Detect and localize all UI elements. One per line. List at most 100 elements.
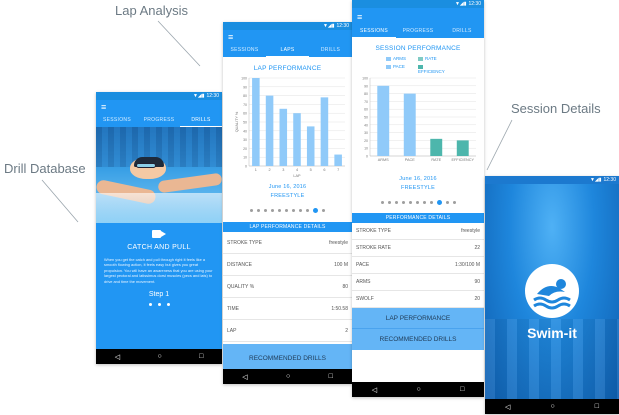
detail-label: PACE	[356, 262, 370, 268]
detail-row: DISTANCE 100 M	[223, 254, 352, 276]
page-dot[interactable]	[257, 208, 260, 212]
home-icon[interactable]: ○	[157, 353, 161, 360]
tab-laps[interactable]: LAPS	[266, 44, 309, 57]
details-header: LAP PERFORMANCE DETAILS	[223, 222, 352, 232]
detail-label: QUALITY %	[227, 283, 255, 290]
page-dot[interactable]	[401, 200, 405, 204]
page-dot[interactable]	[322, 208, 325, 212]
step-dot[interactable]	[148, 303, 152, 307]
page-dot[interactable]	[271, 208, 274, 212]
page-dot[interactable]	[394, 200, 398, 204]
lap-performance-button[interactable]: LAP PERFORMANCE	[352, 308, 484, 329]
status-bar: ▼◢▮ 12:30	[352, 0, 484, 8]
tab-drills[interactable]: DRILLS	[440, 25, 484, 38]
app-bar: ≡	[223, 30, 352, 44]
y-tick-label: 60	[364, 108, 368, 112]
page-dot[interactable]	[445, 200, 449, 204]
details-list: STROKE TYPE freestyle DISTANCE 100 M QUALITY…	[223, 232, 352, 342]
tab-drills[interactable]: DRILLS	[180, 114, 222, 127]
detail-label: STROKE TYPE	[227, 239, 262, 246]
recents-icon[interactable]: □	[595, 403, 599, 410]
status-time: 12:30	[336, 23, 349, 29]
tab-progress[interactable]: PROGRESS	[138, 114, 180, 127]
page-dot[interactable]	[422, 200, 426, 204]
bar[interactable]	[252, 78, 260, 166]
bar[interactable]	[430, 138, 443, 156]
page-dot[interactable]	[285, 208, 288, 212]
legend-item: PACE	[386, 64, 418, 74]
detail-value: 20	[474, 296, 480, 302]
detail-label: STROKE RATE	[356, 245, 391, 251]
page-dot[interactable]	[299, 208, 302, 212]
back-icon[interactable]: ◁	[372, 386, 377, 394]
home-icon[interactable]: ○	[286, 373, 290, 380]
back-icon[interactable]: ◁	[242, 373, 247, 381]
detail-value: freestyle	[461, 228, 480, 234]
session-date: June 16, 2016	[268, 184, 307, 190]
page-dot[interactable]	[380, 200, 384, 204]
recents-icon[interactable]: □	[199, 353, 203, 360]
status-time: 12:30	[603, 177, 616, 183]
bar[interactable]	[293, 113, 301, 166]
back-icon[interactable]: ◁	[115, 353, 120, 361]
y-tick-label: 40	[243, 129, 247, 133]
tab-sessions[interactable]: SESSIONS	[96, 114, 138, 127]
page-dot[interactable]	[415, 200, 419, 204]
page-dot[interactable]	[452, 200, 456, 204]
tab-sessions[interactable]: SESSIONS	[223, 44, 266, 57]
page-dot[interactable]	[429, 200, 433, 204]
tab-progress[interactable]: PROGRESS	[396, 25, 440, 38]
menu-icon[interactable]: ≡	[101, 102, 106, 112]
video-camera-icon[interactable]	[152, 229, 166, 239]
menu-icon[interactable]: ≡	[228, 32, 233, 42]
bar[interactable]	[334, 154, 342, 166]
status-time: 12:30	[206, 93, 219, 99]
bar[interactable]	[456, 140, 469, 156]
home-icon[interactable]: ○	[550, 403, 554, 410]
page-dot[interactable]	[250, 208, 253, 212]
menu-icon[interactable]: ≡	[357, 12, 362, 22]
y-tick-label: 90	[243, 85, 247, 89]
app-bar: ≡	[352, 8, 484, 25]
detail-row: PACE 1:30/100 M	[352, 257, 484, 274]
page-dot[interactable]	[436, 199, 442, 205]
page-dot[interactable]	[306, 208, 309, 212]
home-icon[interactable]: ○	[416, 386, 420, 393]
page-dot[interactable]	[278, 208, 281, 212]
page-dot[interactable]	[264, 208, 267, 212]
nav-bar: ◁ ○ □	[352, 382, 484, 397]
bar[interactable]	[265, 95, 274, 166]
x-tick-label: ARMS	[378, 158, 389, 162]
y-tick-label: 90	[364, 84, 368, 88]
page-dot[interactable]	[292, 208, 295, 212]
status-bar: ▼◢▮ 12:30	[485, 176, 619, 184]
y-tick-label: 30	[364, 131, 368, 135]
page-dot[interactable]	[408, 200, 412, 204]
recents-icon[interactable]: □	[460, 386, 464, 393]
detail-row: SWOLF 20	[352, 291, 484, 308]
bar[interactable]	[377, 85, 390, 156]
tab-bar: SESSIONS LAPS DRILLS	[223, 44, 352, 57]
tab-drills[interactable]: DRILLS	[309, 44, 352, 57]
bar[interactable]	[306, 126, 315, 166]
detail-value: freestyle	[329, 239, 348, 246]
detail-label: TIME	[227, 305, 239, 312]
drill-info-panel: CATCH AND PULL When you get the catch an…	[96, 223, 222, 358]
signal-icon: ▼◢▮	[192, 93, 205, 99]
bar[interactable]	[320, 97, 329, 166]
status-time: 12:30	[468, 1, 481, 7]
detail-row: STROKE TYPE freestyle	[352, 223, 484, 240]
recents-icon[interactable]: □	[329, 373, 333, 380]
back-icon[interactable]: ◁	[505, 403, 510, 411]
page-dot[interactable]	[387, 200, 391, 204]
y-tick-label: 0	[245, 165, 247, 169]
bar[interactable]	[279, 108, 288, 166]
tab-sessions[interactable]: SESSIONS	[352, 25, 396, 38]
step-dot[interactable]	[166, 303, 170, 307]
bar[interactable]	[403, 93, 416, 156]
page-dot[interactable]	[313, 207, 318, 213]
recommended-drills-button[interactable]: RECOMMENDED DRILLS	[352, 329, 484, 350]
step-dot[interactable]	[157, 303, 161, 307]
recommended-drills-button[interactable]: RECOMMENDED DRILLS	[223, 344, 352, 372]
swimmer-logo-icon	[525, 264, 579, 318]
